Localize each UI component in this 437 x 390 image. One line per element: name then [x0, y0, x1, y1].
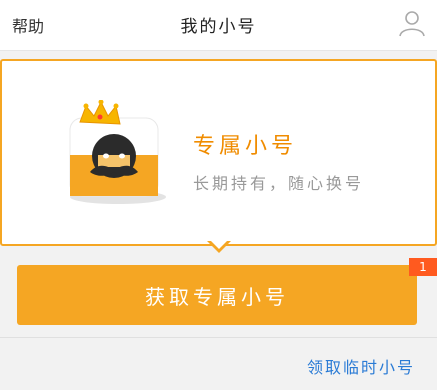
card-subtitle: 长期持有，随心换号	[193, 174, 365, 193]
page-title: 我的小号	[180, 17, 257, 37]
notification-badge: 1	[409, 258, 437, 276]
crowned-mascot-icon	[68, 99, 168, 205]
divider	[0, 337, 437, 338]
card-pointer-inner	[209, 239, 229, 249]
get-temp-account-link[interactable]: 领取临时小号	[307, 354, 415, 378]
top-nav-bar: 帮助 我的小号	[0, 0, 437, 51]
user-icon[interactable]	[397, 8, 427, 38]
get-exclusive-account-button[interactable]: 获取专属小号	[17, 265, 417, 325]
card-title: 专属小号	[193, 134, 298, 159]
